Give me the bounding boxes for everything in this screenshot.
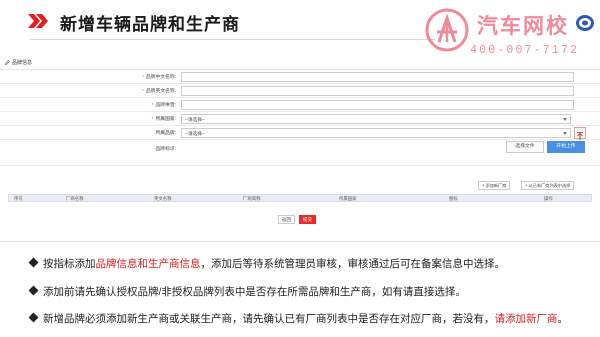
column-header: 厂商名称 xyxy=(66,196,84,201)
page-title: 新增车辆品牌和生产商 xyxy=(60,15,240,34)
field-brand-pinyin: * 品牌拼音: xyxy=(0,98,600,112)
edit-icon xyxy=(5,60,10,65)
note-highlight: 请添加新厂商 xyxy=(494,313,558,325)
pick-existing-label: 从已有厂商列表中选择 xyxy=(528,183,571,188)
ciecc-badge-icon xyxy=(576,15,594,31)
field-label: * 品牌拼音: xyxy=(152,101,176,108)
field-label-text: 品牌标识: xyxy=(155,147,176,152)
submit-button[interactable]: 提交 xyxy=(299,215,316,224)
note-item: 新增品牌必须添加新生产商或关联生产商，请先确认已有厂商列表中是否存在对应厂商，若… xyxy=(28,311,600,326)
start-upload-button[interactable]: 开始上传 xyxy=(547,141,585,153)
note-text: 添加前请先确认授权品牌/非授权品牌列表中是否存在所需品牌和生产商，如有请直接选择… xyxy=(43,286,466,298)
diamond-bullet-icon xyxy=(28,285,39,296)
note-text: ，添加后等待系统管理员审核，审核通过后可在备案信息中选择。 xyxy=(200,258,506,270)
brand-form: * 品牌中文名称: * 品牌英文名称: * 品牌拼音: * 所属国家: --请选择-- … xyxy=(0,69,600,166)
double-chevron-icon xyxy=(28,14,48,28)
field-brand-en-name: * 品牌英文名称: xyxy=(0,84,600,98)
field-brand-logo: 品牌标识: 选择文件 开始上传 xyxy=(0,140,600,166)
field-country: * 所属国家: --请选择-- xyxy=(0,112,600,126)
chevron-down-icon xyxy=(563,132,567,135)
note-text: 。 xyxy=(557,313,569,325)
field-label-text: 所属国家: xyxy=(155,117,176,122)
brand-en-name-input[interactable] xyxy=(181,86,574,96)
required-mark: * xyxy=(142,89,144,94)
note-item: 添加前请先确认授权品牌/非授权品牌列表中是否存在所需品牌和生产商，如有请直接选择… xyxy=(28,284,600,299)
table-actions: +添加新厂商 +从已有厂商列表中选择 xyxy=(0,181,600,193)
brand-cn-name-input[interactable] xyxy=(181,72,574,82)
column-header: 序号 xyxy=(14,196,23,201)
header-divider xyxy=(30,39,435,40)
chevron-down-icon xyxy=(563,118,567,121)
diamond-bullet-icon xyxy=(28,257,39,268)
diamond-bullet-icon xyxy=(28,312,39,323)
field-label-text: 品牌英文名称: xyxy=(145,89,176,94)
required-mark: * xyxy=(151,117,154,122)
form-screenshot: 品牌信息 * 品牌中文名称: * 品牌英文名称: * 品牌拼音: * 所属国家: --请… xyxy=(0,56,600,232)
section-label-text: 品牌信息 xyxy=(12,60,33,66)
logo-emblem-icon xyxy=(425,8,469,52)
note-text: 按指标添加 xyxy=(43,258,96,270)
choose-file-button[interactable]: 选择文件 xyxy=(506,141,544,153)
add-maker-button[interactable]: +添加新厂商 xyxy=(478,181,511,190)
brand-logo: 汽车网校 400-007-7172 xyxy=(425,6,600,62)
column-header: 操作 xyxy=(544,196,553,201)
field-label: 所属品牌: xyxy=(153,129,176,136)
field-label: * 品牌中文名称: xyxy=(142,73,176,80)
parent-brand-select-value: --请选择-- xyxy=(185,131,205,136)
parent-brand-select[interactable]: --请选择-- xyxy=(181,128,571,138)
field-brand-cn-name: * 品牌中文名称: xyxy=(0,70,600,84)
upload-arrow-button[interactable] xyxy=(574,127,586,140)
required-mark: * xyxy=(151,103,154,108)
field-label: * 所属国家: xyxy=(152,115,176,122)
field-parent-brand: 所属品牌: --请选择-- xyxy=(0,126,600,140)
field-label-text: 品牌拼音: xyxy=(155,103,176,108)
maker-table-header: 序号 厂商名称 英文名称 厂商简称 所属国家 图标 操作 xyxy=(8,194,592,202)
country-select[interactable]: --请选择-- xyxy=(181,114,571,124)
note-highlight: 品牌信息和生产商信息 xyxy=(95,258,201,270)
pick-existing-maker-button[interactable]: +从已有厂商列表中选择 xyxy=(521,181,575,190)
content-divider xyxy=(0,241,600,242)
column-header: 厂商简称 xyxy=(243,196,261,201)
note-text: 新增品牌必须添加新生产商或关联生产商，请先确认已有厂商列表中是否存在对应厂商，若… xyxy=(43,313,495,325)
column-header: 所属国家 xyxy=(339,196,357,201)
add-maker-label: 添加新厂商 xyxy=(485,183,507,188)
column-header: 英文名称 xyxy=(154,196,172,201)
brand-pinyin-input[interactable] xyxy=(181,100,574,110)
section-label: 品牌信息 xyxy=(5,59,32,66)
form-footer: 返回 提交 xyxy=(0,214,600,226)
country-select-value: --请选择-- xyxy=(185,117,205,122)
required-mark: * xyxy=(142,75,144,80)
field-label: * 品牌英文名称: xyxy=(142,87,176,94)
note-item: 按指标添加品牌信息和生产商信息，添加后等待系统管理员审核，审核通过后可在备案信息… xyxy=(28,256,600,271)
logo-brand-text: 汽车网校 xyxy=(477,15,569,38)
field-label-text: 品牌中文名称: xyxy=(145,75,176,80)
column-header: 图标 xyxy=(449,196,458,201)
field-label-text: 所属品牌: xyxy=(155,131,176,136)
back-button[interactable]: 返回 xyxy=(278,215,295,224)
